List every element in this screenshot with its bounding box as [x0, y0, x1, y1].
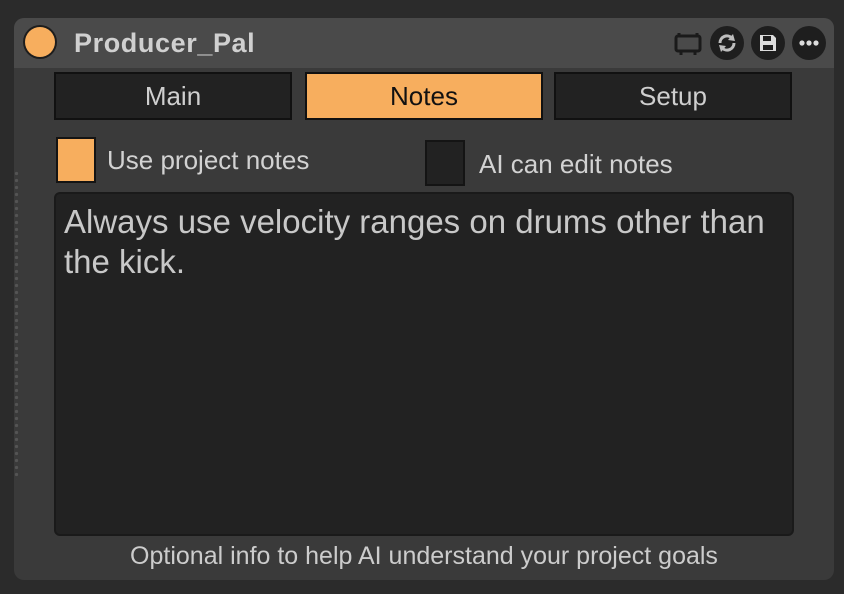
project-notes-textarea[interactable]: Always use velocity ranges on drums othe… [54, 192, 794, 536]
more-icon[interactable] [792, 26, 826, 60]
tab-notes[interactable]: Notes [305, 72, 543, 120]
producer-pal-device: Producer_Pal Main Notes Setup Use projec… [14, 18, 834, 580]
notes-help-text: Optional info to help AI understand your… [130, 542, 718, 570]
ai-can-edit-notes-checkbox[interactable] [425, 140, 465, 186]
ai-can-edit-notes-label: AI can edit notes [479, 149, 673, 179]
save-icon[interactable] [751, 26, 785, 60]
tab-main[interactable]: Main [54, 72, 292, 120]
device-title: Producer_Pal [74, 28, 256, 58]
device-titlebar: Producer_Pal [14, 18, 834, 68]
tab-bar: Main Notes Setup [54, 72, 796, 124]
use-project-notes-label: Use project notes [107, 145, 310, 175]
titlebar-icons [673, 25, 826, 61]
use-project-notes-checkbox[interactable] [56, 137, 96, 183]
monitor-icon[interactable] [673, 26, 703, 60]
tab-setup[interactable]: Setup [554, 72, 792, 120]
power-toggle-button[interactable] [25, 27, 55, 57]
resize-grip[interactable] [14, 170, 19, 480]
refresh-icon[interactable] [710, 26, 744, 60]
